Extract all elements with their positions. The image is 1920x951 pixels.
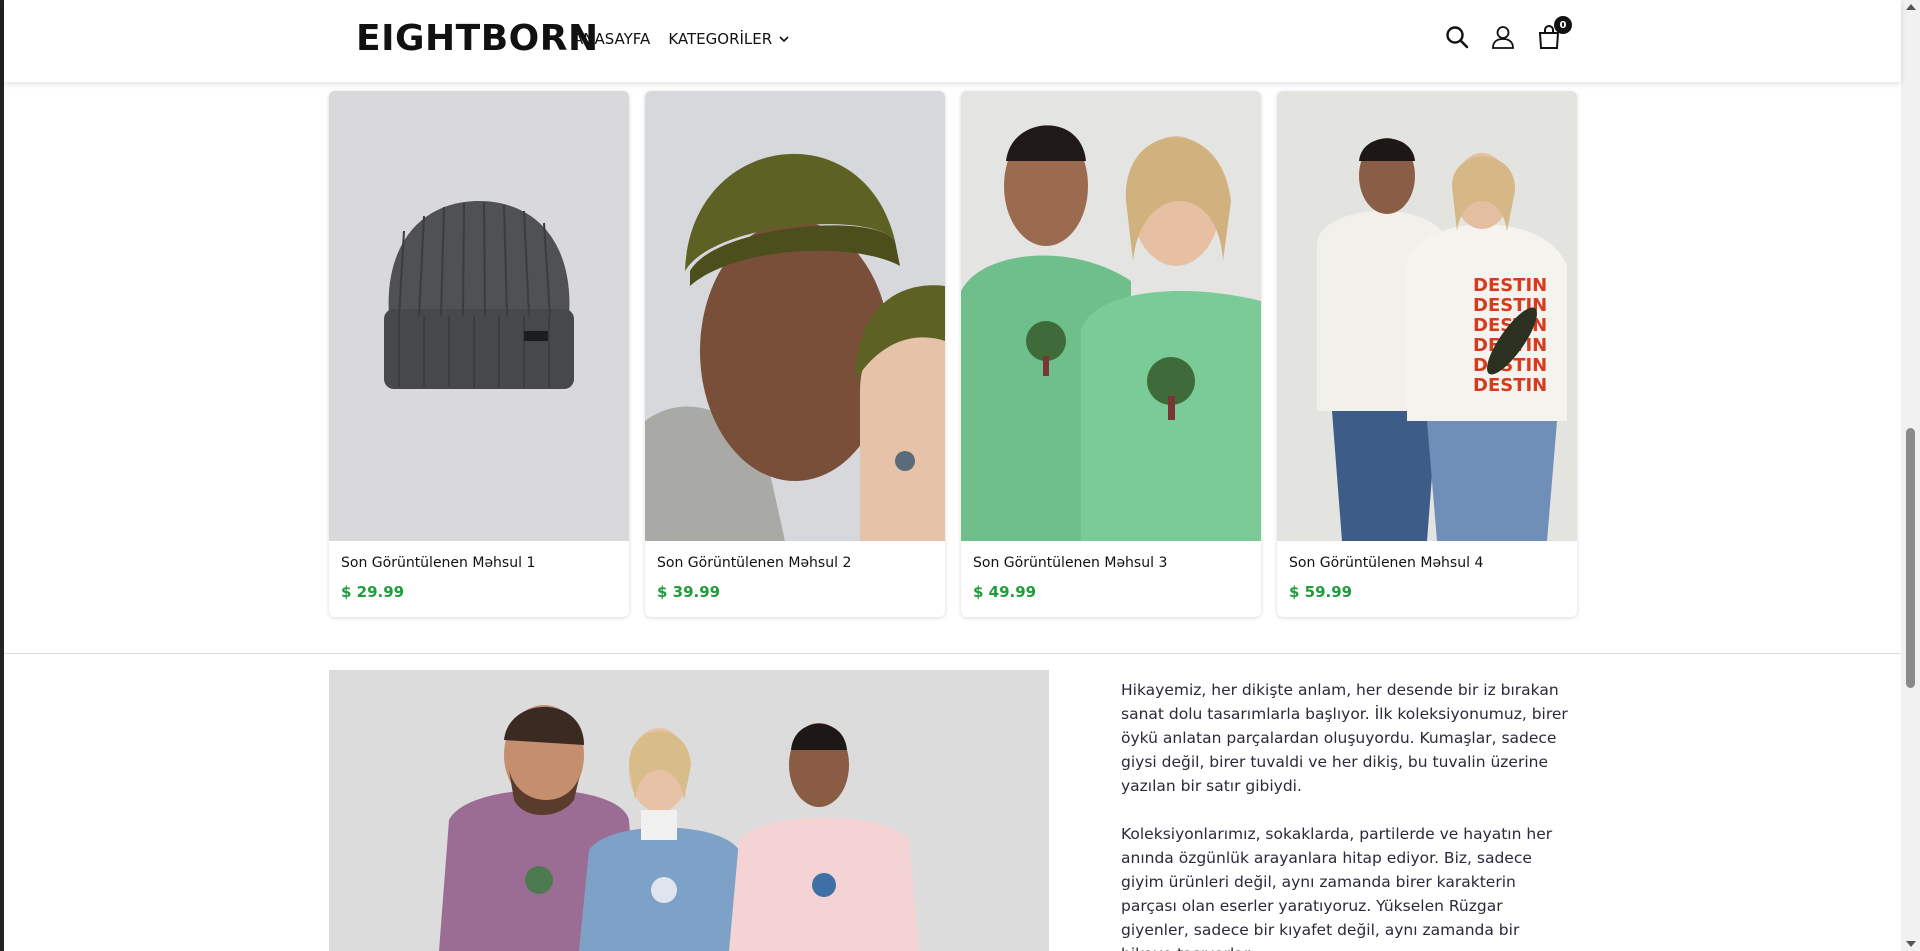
site-logo[interactable]: EIGHTBORN bbox=[356, 18, 599, 59]
story-image bbox=[329, 670, 1049, 951]
product-info: Son Görüntülenen Məhsul 3 $ 49.99 bbox=[961, 541, 1261, 615]
product-price: $ 29.99 bbox=[341, 583, 405, 601]
product-card[interactable]: Son Görüntülenen Məhsul 3 $ 49.99 bbox=[961, 91, 1261, 617]
product-price: $ 39.99 bbox=[657, 583, 721, 601]
cart-count-badge: 0 bbox=[1554, 16, 1572, 34]
scroll-down-arrow-icon[interactable] bbox=[1906, 941, 1916, 947]
section-divider bbox=[4, 653, 1901, 654]
svg-text:DESTIN: DESTIN bbox=[1473, 275, 1547, 296]
product-image[interactable] bbox=[961, 91, 1261, 541]
story-paragraph: Koleksiyonlarımız, sokaklarda, partilerd… bbox=[1121, 825, 1553, 951]
product-info: Son Görüntülenen Məhsul 1 $ 29.99 bbox=[329, 541, 629, 615]
nav-categories[interactable]: KATEGORİLER bbox=[668, 30, 790, 48]
product-image[interactable]: DESTINDESTIN DESTINDESTIN DESTINDESTIN bbox=[1277, 91, 1577, 541]
scroll-thumb[interactable] bbox=[1906, 428, 1915, 688]
product-image[interactable] bbox=[645, 91, 945, 541]
nav-home[interactable]: ANASAYFA bbox=[573, 30, 650, 48]
scroll-up-arrow-icon[interactable] bbox=[1906, 4, 1916, 10]
svg-text:DESTIN: DESTIN bbox=[1473, 375, 1547, 396]
story-text: Hikayemiz, her dikişte anlam, her desend… bbox=[1121, 678, 1571, 951]
cart-button[interactable]: 0 bbox=[1536, 16, 1572, 50]
product-title[interactable]: Son Görüntülenen Məhsul 4 bbox=[1289, 555, 1565, 571]
search-icon[interactable] bbox=[1444, 24, 1470, 50]
product-card[interactable]: DESTINDESTIN DESTINDESTIN DESTINDESTIN S… bbox=[1277, 91, 1577, 617]
product-title[interactable]: Son Görüntülenen Məhsul 2 bbox=[657, 555, 933, 571]
product-title[interactable]: Son Görüntülenen Məhsul 3 bbox=[973, 555, 1249, 571]
product-title[interactable]: Son Görüntülenen Məhsul 1 bbox=[341, 555, 617, 571]
product-info: Son Görüntülenen Məhsul 2 $ 39.99 bbox=[645, 541, 945, 615]
story-paragraph: Hikayemiz, her dikişte anlam, her desend… bbox=[1121, 681, 1568, 795]
site-header: EIGHTBORN ANASAYFA KATEGORİLER 0 bbox=[4, 0, 1901, 82]
product-info: Son Görüntülenen Məhsul 4 $ 59.99 bbox=[1277, 541, 1577, 615]
nav-categories-label: KATEGORİLER bbox=[668, 30, 773, 48]
main-nav: ANASAYFA KATEGORİLER bbox=[573, 30, 790, 48]
product-card[interactable]: Son Görüntülenen Məhsul 1 $ 29.99 bbox=[329, 91, 629, 617]
nav-home-label: ANASAYFA bbox=[573, 30, 651, 48]
product-card[interactable]: Son Görüntülenen Məhsul 2 $ 39.99 bbox=[645, 91, 945, 617]
product-price: $ 59.99 bbox=[1289, 583, 1353, 601]
product-price: $ 49.99 bbox=[973, 583, 1037, 601]
header-actions: 0 bbox=[1444, 16, 1572, 50]
recently-viewed-products: Son Görüntülenen Məhsul 1 $ 29.99 Son Gö… bbox=[329, 91, 1577, 617]
chevron-down-icon bbox=[779, 36, 789, 43]
user-icon[interactable] bbox=[1490, 24, 1516, 50]
page-scrollbar[interactable] bbox=[1901, 0, 1920, 951]
product-image[interactable] bbox=[329, 91, 629, 541]
